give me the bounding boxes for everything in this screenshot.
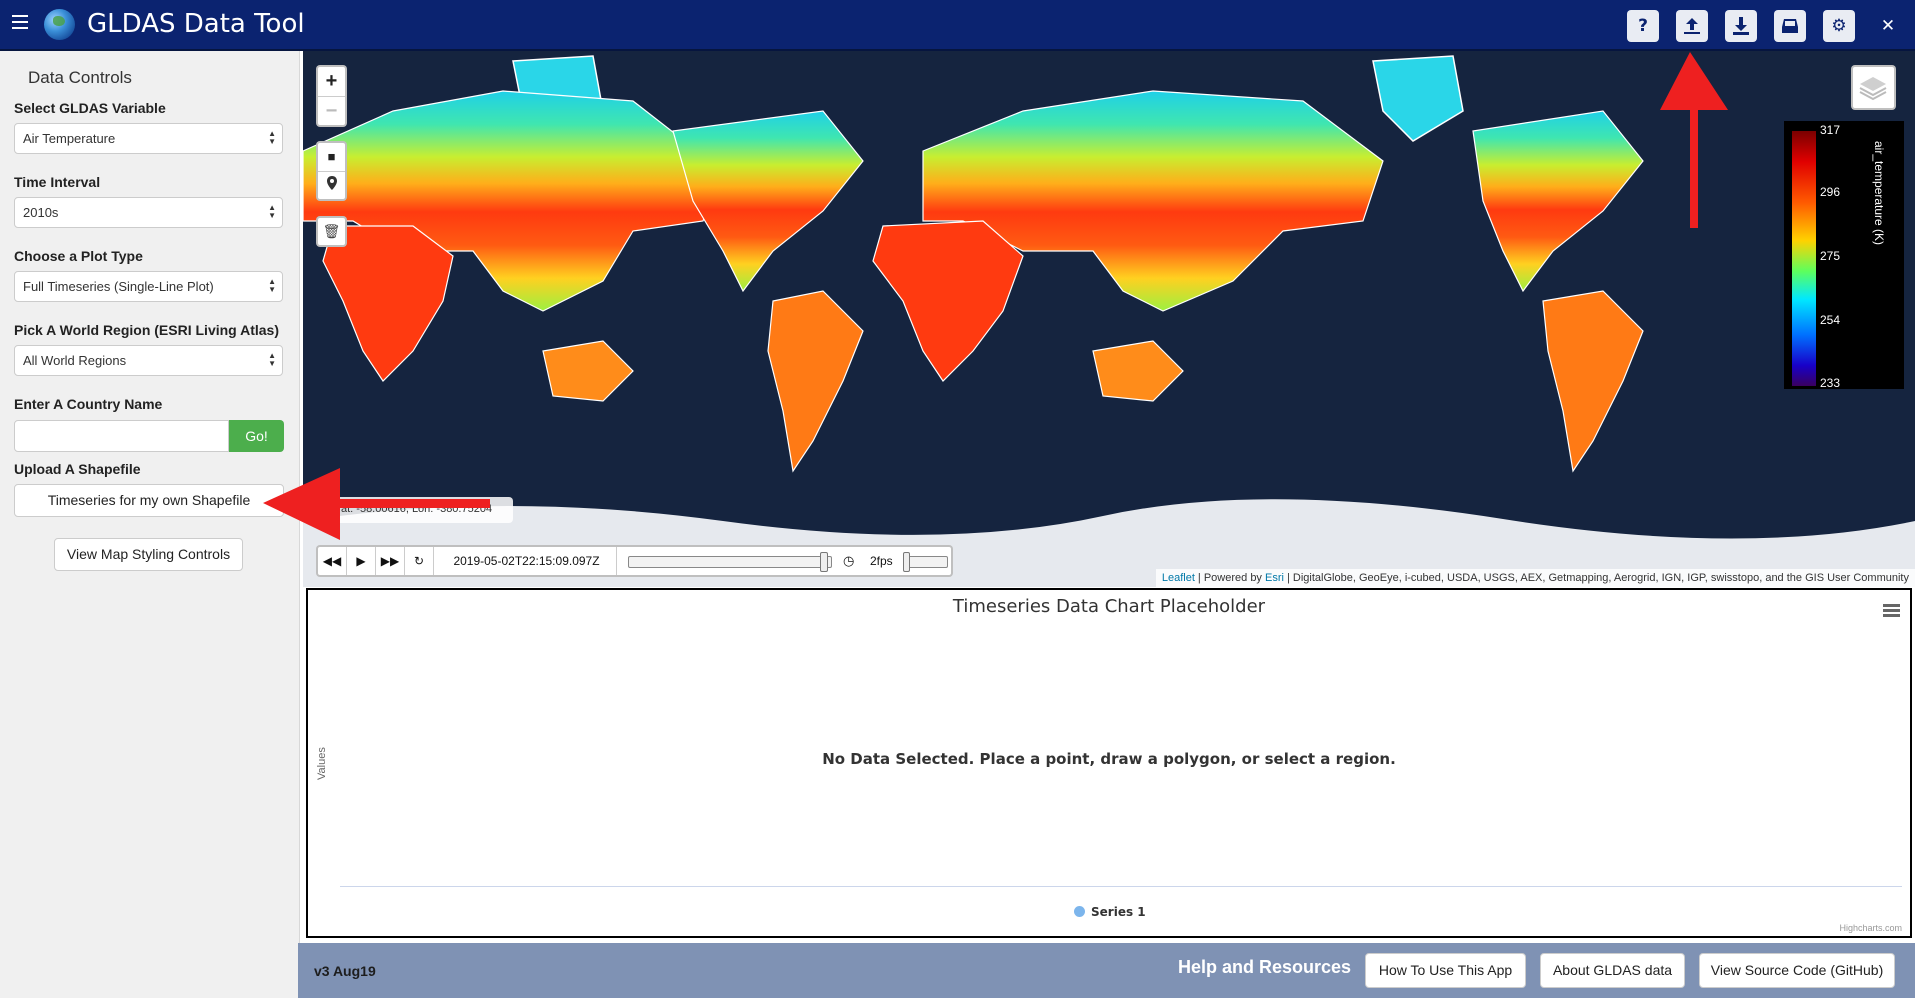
variable-select[interactable]: Air Temperature ▲ ▼	[14, 123, 283, 154]
map-view[interactable]: + − ■ 🗑 317 296 275 254 233 air_temperat…	[303, 51, 1915, 587]
plot-type-select-value: Full Timeseries (Single-Line Plot)	[23, 279, 214, 294]
globe-logo-icon	[44, 9, 75, 40]
chart-title: Timeseries Data Chart Placeholder	[952, 596, 1266, 617]
attribution-sources: | DigitalGlobe, GeoEye, i-cubed, USDA, U…	[1283, 572, 1909, 584]
legend-tick: 317	[1820, 123, 1841, 137]
timeseries-chart: Timeseries Data Chart Placeholder Values…	[306, 588, 1912, 938]
print-glyph-icon	[1782, 19, 1798, 33]
region-select-value: All World Regions	[23, 353, 127, 368]
trash-icon[interactable]: 🗑	[316, 216, 347, 247]
help-icon[interactable]: ?	[1627, 10, 1659, 42]
legend-tick: 296	[1820, 185, 1841, 199]
legend-tick: 254	[1820, 313, 1841, 327]
region-select[interactable]: All World Regions ▲ ▼	[14, 345, 283, 376]
chart-menu-icon[interactable]	[1883, 604, 1900, 618]
export-glyph-icon	[1684, 18, 1700, 34]
legend-colorbar	[1792, 131, 1816, 386]
chart-legend-item[interactable]: Series 1	[1074, 905, 1146, 919]
chart-no-data-message: No Data Selected. Place a point, draw a …	[822, 750, 1396, 768]
step-forward-icon[interactable]: ▶▶	[376, 547, 405, 575]
legend-tick: 275	[1820, 249, 1841, 263]
go-button[interactable]: Go!	[229, 420, 284, 452]
close-icon[interactable]: ✕	[1872, 10, 1904, 42]
series-color-dot-icon	[1074, 906, 1085, 917]
series-name: Series 1	[1091, 905, 1146, 919]
interval-select[interactable]: 2010s ▲ ▼	[14, 197, 283, 228]
esri-link[interactable]: Esri	[1265, 572, 1284, 584]
place-marker-icon[interactable]	[318, 171, 345, 199]
shapefile-button[interactable]: Timeseries for my own Shapefile	[14, 484, 284, 517]
legend-variable-label: air_temperature (K)	[1872, 141, 1886, 246]
download-glyph-icon	[1733, 17, 1749, 35]
layers-glyph-icon	[1859, 77, 1887, 101]
step-back-icon[interactable]: ◀◀	[318, 547, 347, 575]
coordinate-readout: at: -58.00616, Lon: -380.75204	[333, 497, 513, 523]
download-icon[interactable]	[1725, 10, 1757, 42]
play-icon[interactable]: ▶	[347, 547, 376, 575]
attribution-powered: | Powered by	[1194, 572, 1265, 584]
speed-icon: ◷	[843, 553, 855, 568]
layers-icon[interactable]	[1851, 65, 1896, 110]
loop-icon[interactable]: ↻	[405, 547, 434, 575]
zoom-control: + −	[316, 65, 347, 127]
how-to-button[interactable]: How To Use This App	[1365, 953, 1526, 988]
interval-label: Time Interval	[14, 174, 101, 190]
country-input[interactable]	[14, 420, 229, 452]
shapefile-label: Upload A Shapefile	[14, 461, 141, 477]
region-label: Pick A World Region (ESRI Living Atlas)	[14, 322, 279, 338]
export-icon[interactable]	[1676, 10, 1708, 42]
country-label: Enter A Country Name	[14, 396, 163, 412]
hamburger-menu-icon[interactable]	[12, 15, 28, 31]
sidebar: Data Controls Select GLDAS Variable Air …	[0, 51, 300, 998]
print-icon[interactable]	[1774, 10, 1806, 42]
variable-label: Select GLDAS Variable	[14, 100, 166, 116]
draw-rectangle-icon[interactable]: ■	[318, 143, 345, 171]
time-display: 2019-05-02T22:15:09.097Z	[437, 547, 617, 575]
interval-select-value: 2010s	[23, 205, 59, 220]
color-legend: 317 296 275 254 233 air_temperature (K)	[1784, 121, 1904, 390]
zoom-out-button[interactable]: −	[318, 96, 345, 125]
legend-tick: 233	[1820, 376, 1841, 390]
world-map-image	[303, 51, 1915, 587]
sidebar-title: Data Controls	[28, 68, 132, 87]
about-gldas-button[interactable]: About GLDAS data	[1540, 953, 1685, 988]
plot-type-select[interactable]: Full Timeseries (Single-Line Plot) ▲ ▼	[14, 271, 283, 302]
time-dimension-control: ◀◀ ▶ ▶▶ ↻ 2019-05-02T22:15:09.097Z ◷ 2fp…	[316, 545, 953, 577]
fps-label: 2fps	[870, 554, 893, 568]
marker-glyph-icon	[326, 176, 337, 190]
select-arrows-icon: ▲ ▼	[268, 277, 276, 294]
help-title: Help and Resources	[1178, 957, 1352, 977]
leaflet-link[interactable]: Leaflet	[1162, 572, 1195, 584]
map-attribution: Leaflet | Powered by Esri | DigitalGlobe…	[1155, 569, 1915, 587]
time-slider-handle[interactable]	[820, 552, 829, 572]
app-title: GLDAS Data Tool	[87, 9, 305, 39]
time-slider[interactable]	[628, 556, 832, 568]
variable-select-value: Air Temperature	[23, 131, 116, 146]
select-arrows-icon: ▲ ▼	[268, 129, 276, 146]
draw-control: ■	[316, 141, 347, 201]
app-header: GLDAS Data Tool ? ⚙ ✕	[0, 0, 1915, 51]
view-source-button[interactable]: View Source Code (GitHub)	[1699, 953, 1895, 988]
select-arrows-icon: ▲ ▼	[268, 351, 276, 368]
settings-icon[interactable]: ⚙	[1823, 10, 1855, 42]
map-styling-button[interactable]: View Map Styling Controls	[54, 538, 243, 571]
footer: v3 Aug19 Help and Resources How To Use T…	[298, 943, 1915, 998]
zoom-in-button[interactable]: +	[318, 67, 345, 96]
select-arrows-icon: ▲ ▼	[268, 203, 276, 220]
version-label: v3 Aug19	[314, 963, 376, 979]
chart-credit[interactable]: Highcharts.com	[1839, 923, 1902, 933]
plot-type-label: Choose a Plot Type	[14, 248, 143, 264]
speed-slider-handle[interactable]	[903, 552, 910, 572]
chart-x-axis-line	[340, 886, 1902, 887]
